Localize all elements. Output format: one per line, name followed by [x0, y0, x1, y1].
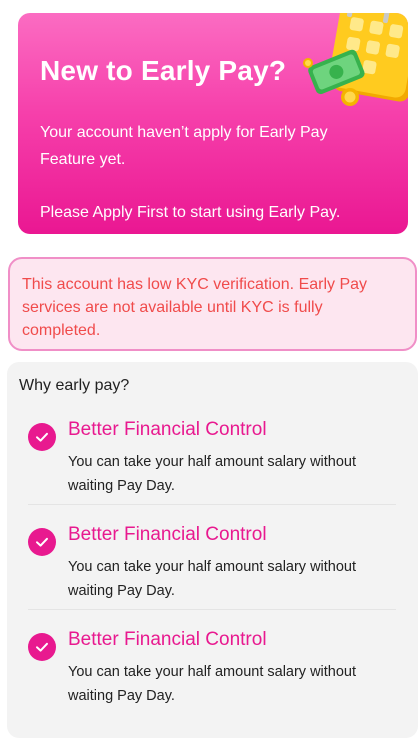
banner-apply-instruction: Please Apply First to start using Early … — [40, 204, 341, 221]
benefit-item: Better Financial Control You can take yo… — [28, 610, 396, 715]
early-pay-intro-banner: New to Early Pay? Your account haven’t a… — [18, 13, 408, 234]
kyc-warning-alert: This account has low KYC verification. E… — [8, 257, 417, 351]
benefit-item: Better Financial Control You can take yo… — [28, 505, 396, 610]
banner-description: Your account haven’t apply for Early Pay… — [40, 124, 328, 168]
benefit-title: Better Financial Control — [68, 524, 267, 545]
kyc-warning-message: This account has low KYC verification. E… — [22, 276, 368, 339]
check-circle-icon — [28, 633, 56, 661]
benefit-title: Better Financial Control — [68, 629, 267, 650]
check-circle-icon — [28, 423, 56, 451]
benefit-description: You can take your half amount salary wit… — [68, 559, 357, 599]
banner-title: New to Early Pay? — [40, 55, 287, 86]
calendar-money-icon — [303, 13, 408, 106]
benefit-description: You can take your half amount salary wit… — [68, 664, 357, 704]
benefit-description: You can take your half amount salary wit… — [68, 454, 357, 494]
check-circle-icon — [28, 528, 56, 556]
benefit-item: Better Financial Control You can take yo… — [28, 400, 396, 505]
why-early-pay-section: Why early pay? Better Financial Control … — [7, 362, 418, 738]
benefit-title: Better Financial Control — [68, 419, 267, 440]
section-title: Why early pay? — [19, 377, 130, 394]
